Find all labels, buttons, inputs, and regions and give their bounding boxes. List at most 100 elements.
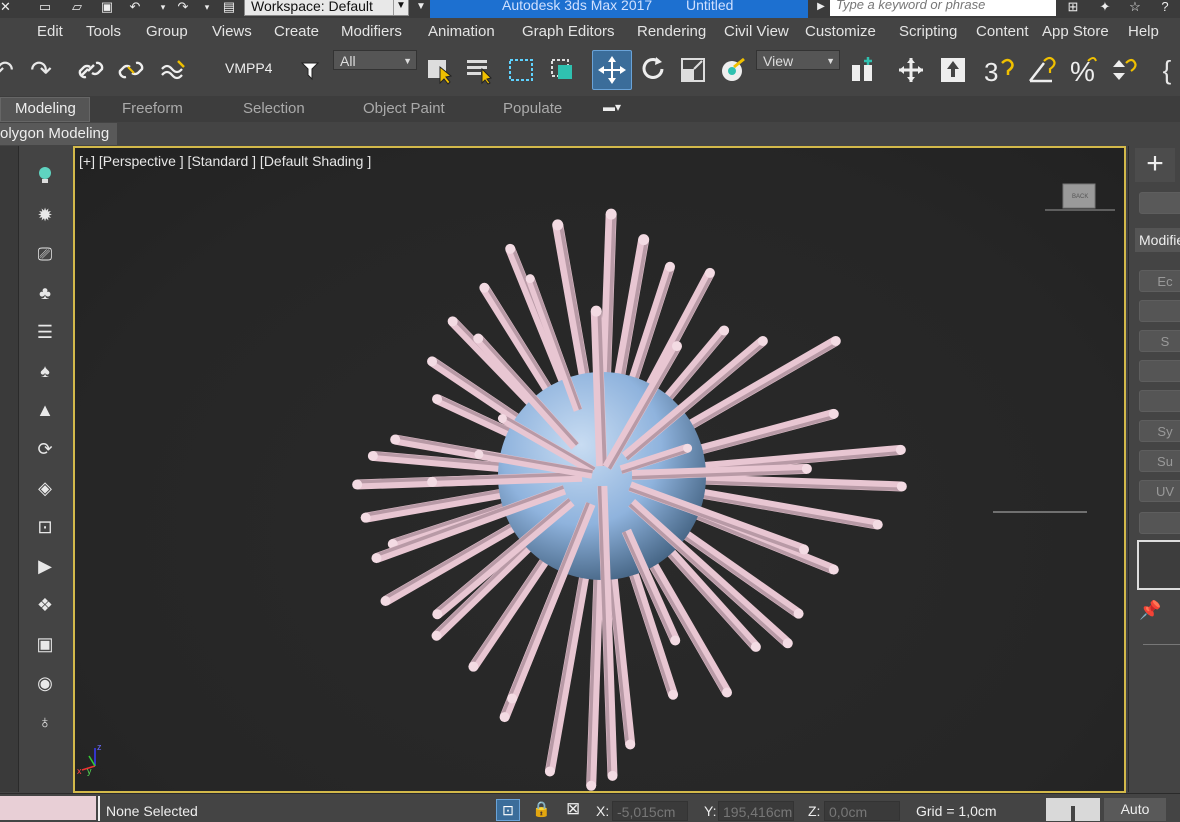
reference-coordinate-dropdown[interactable]: View ▼	[756, 50, 840, 70]
select-and-link-icon[interactable]	[74, 52, 108, 88]
media-play-icon[interactable]: ▶	[19, 551, 71, 581]
viewport-scene[interactable]: BACK z x y	[75, 148, 1124, 791]
box-object-icon[interactable]: ▣	[19, 629, 71, 659]
sun-light-icon[interactable]: ✹	[19, 200, 71, 230]
tab-freeform[interactable]: Freeform	[122, 100, 183, 117]
modifier-button-4[interactable]	[1139, 360, 1180, 382]
menu-civil-view[interactable]: Civil View	[724, 23, 789, 40]
tree-hierarchy-icon[interactable]: ♠	[19, 356, 71, 386]
communication-center-icon[interactable]: ✦	[1096, 0, 1114, 14]
menu-views[interactable]: Views	[212, 23, 252, 40]
select-by-name-icon[interactable]	[462, 52, 496, 88]
undo-dropdown-icon[interactable]: ▾	[154, 0, 172, 14]
light-toggle-icon[interactable]: ♁	[19, 707, 71, 737]
menu-modifiers[interactable]: Modifiers	[341, 23, 402, 40]
favorites-star-icon[interactable]: ☆	[1126, 0, 1144, 14]
new-file-icon[interactable]: ▭	[36, 0, 54, 14]
lightbulb-icon[interactable]	[19, 160, 71, 190]
binoculars-icon[interactable]: ⊞	[1064, 0, 1082, 14]
menu-tools[interactable]: Tools	[86, 23, 121, 40]
select-and-place-icon[interactable]	[716, 52, 750, 88]
menu-scripting[interactable]: Scripting	[899, 23, 957, 40]
undo-icon[interactable]: ↶	[126, 0, 144, 14]
angle-snap-icon[interactable]	[1024, 52, 1058, 88]
frozen-objects-icon[interactable]: ▲	[19, 395, 71, 425]
pin-stack-icon[interactable]: 📌	[1139, 600, 1161, 621]
menu-group[interactable]: Group	[146, 23, 188, 40]
redo-dropdown-icon[interactable]: ▾	[198, 0, 216, 14]
redo-icon[interactable]: ↷	[24, 52, 58, 88]
select-and-scale-icon[interactable]	[676, 52, 710, 88]
tab-object-paint[interactable]: Object Paint	[363, 100, 445, 117]
spinner-snap-icon[interactable]	[1106, 52, 1140, 88]
unlink-selection-icon[interactable]	[114, 52, 148, 88]
modifier-list-dropdown[interactable]: Modifie	[1135, 228, 1180, 252]
help-question-icon[interactable]: ?	[1156, 0, 1174, 14]
z-coordinate-field[interactable]: 0,0cm	[824, 801, 900, 821]
tab-selection[interactable]: Selection	[243, 100, 305, 117]
modifier-stack-list[interactable]	[1137, 540, 1180, 590]
perspective-viewport[interactable]: [+] [Perspective ] [Standard ] [Default …	[73, 146, 1126, 793]
tab-modeling[interactable]: Modeling	[0, 97, 90, 122]
rectangular-selection-region-icon[interactable]	[504, 52, 538, 88]
app-icon[interactable]: ✕	[0, 0, 11, 14]
modifier-button-7[interactable]: Su	[1139, 450, 1180, 472]
cycle-icon[interactable]: ⟳	[19, 434, 71, 464]
window-crossing-icon[interactable]	[546, 52, 580, 88]
save-file-icon[interactable]: ▣	[98, 0, 116, 14]
menu-edit[interactable]: Edit	[37, 23, 63, 40]
object-name-field[interactable]	[1139, 192, 1180, 214]
absolute-mode-transform-icon[interactable]: ⊠	[566, 799, 580, 819]
workspace-dropdown-arrow-icon[interactable]: ▼	[412, 0, 430, 14]
modifier-button-6[interactable]: Sy	[1139, 420, 1180, 442]
list-layers-icon[interactable]: ☰	[19, 317, 71, 347]
camera-icon[interactable]: ⎚	[19, 239, 71, 269]
select-and-move-icon[interactable]	[592, 50, 632, 90]
pivot-center-icon[interactable]	[846, 52, 880, 88]
keyword-search-input[interactable]: Type a keyword or phrase	[830, 0, 1056, 16]
snaps-toggle-icon[interactable]: 3	[982, 52, 1016, 88]
modifier-button-9[interactable]	[1139, 512, 1180, 534]
select-and-rotate-icon[interactable]	[636, 52, 670, 88]
menu-create[interactable]: Create	[274, 23, 319, 40]
maxscript-listener-field[interactable]	[0, 796, 96, 820]
modifier-button-3[interactable]: S	[1139, 330, 1180, 352]
auto-key-button[interactable]: Auto	[1104, 798, 1166, 821]
keyboard-shortcut-override-icon[interactable]	[936, 52, 970, 88]
edit-named-selection-icon[interactable]	[294, 52, 328, 88]
percent-snap-icon[interactable]: %	[1066, 52, 1100, 88]
menu-content[interactable]: Content	[976, 23, 1029, 40]
undo-icon[interactable]: ↶	[0, 52, 20, 88]
redo-icon[interactable]: ↷	[174, 0, 192, 14]
expand-arrow-icon[interactable]: ▶	[812, 0, 830, 14]
render-frame-icon[interactable]: ◈	[19, 473, 71, 503]
create-plus-icon[interactable]: +	[1135, 148, 1175, 182]
bind-to-space-warp-icon[interactable]	[156, 52, 190, 88]
grid-container-icon[interactable]: ⊡	[19, 512, 71, 542]
polygon-modeling-panel-toggle[interactable]: olygon Modeling	[0, 123, 117, 145]
modifier-button-5[interactable]	[1139, 390, 1180, 412]
viewcube[interactable]: BACK	[1045, 183, 1115, 211]
named-selection-set[interactable]: VMPP4	[225, 60, 272, 76]
menu-rendering[interactable]: Rendering	[637, 23, 706, 40]
lock-icon[interactable]: 🔒	[532, 800, 551, 818]
selection-lock-toggle-icon[interactable]: ⊡	[496, 799, 520, 821]
add-time-tag-button[interactable]	[1046, 798, 1100, 821]
select-and-manipulate-icon[interactable]	[894, 52, 928, 88]
modifier-button-2[interactable]	[1139, 300, 1180, 322]
selection-filter-dropdown[interactable]: All ▼	[333, 50, 417, 70]
tab-populate[interactable]: Populate	[503, 100, 562, 117]
menu-app-store[interactable]: App Store	[1042, 23, 1109, 40]
menu-help[interactable]: Help	[1128, 23, 1159, 40]
trees-icon[interactable]: ♣	[19, 278, 71, 308]
workspace-dropdown[interactable]: Workspace: Default ▼	[244, 0, 409, 16]
menu-customize[interactable]: Customize	[805, 23, 876, 40]
x-coordinate-field[interactable]: -5,015cm	[612, 801, 688, 821]
display-eye-icon[interactable]: ◉	[19, 668, 71, 698]
select-object-icon[interactable]	[422, 52, 456, 88]
open-file-icon[interactable]: ▱	[68, 0, 86, 14]
y-coordinate-field[interactable]: 195,416cm	[718, 801, 794, 821]
ribbon-options-icon[interactable]: ▬▾	[603, 100, 629, 114]
edit-named-selection-sets-icon[interactable]: {	[1150, 52, 1180, 88]
menu-graph-editors[interactable]: Graph Editors	[522, 23, 615, 40]
